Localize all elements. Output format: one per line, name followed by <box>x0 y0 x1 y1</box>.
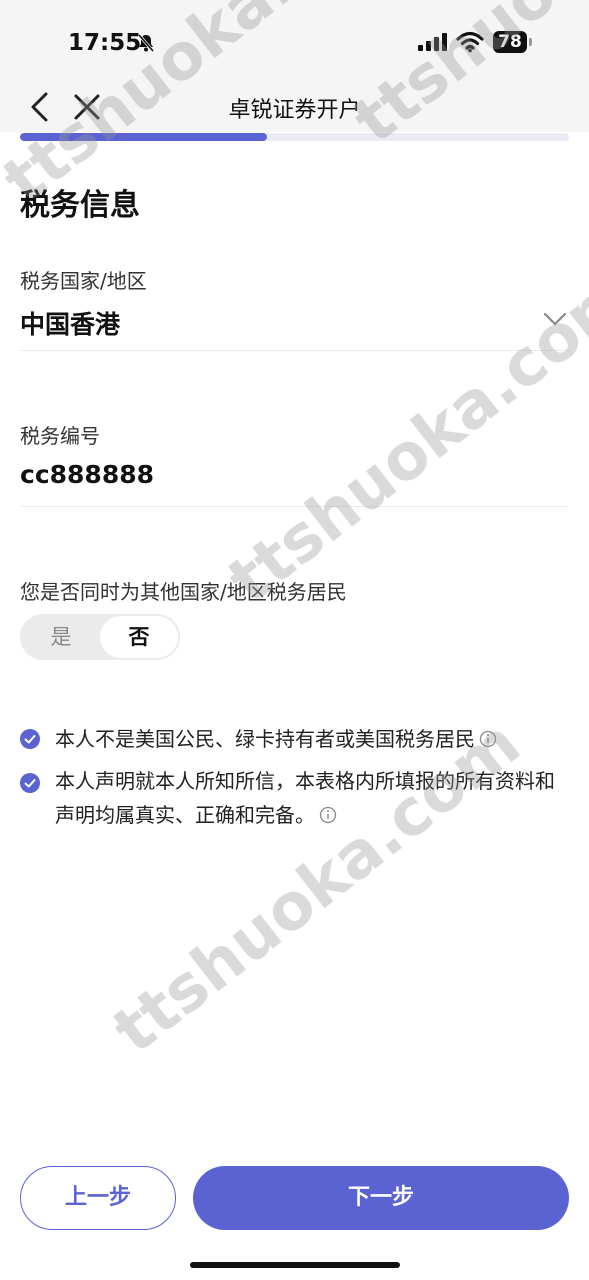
prev-step-button[interactable]: 上一步 <box>20 1166 176 1230</box>
other-resident-question: 您是否同时为其他国家/地区税务居民 <box>20 580 347 604</box>
status-time: 17:55 <box>68 30 142 56</box>
option-no[interactable]: 否 <box>100 616 178 658</box>
check-circle-icon[interactable] <box>20 729 40 749</box>
bell-muted-icon <box>137 34 155 52</box>
home-indicator <box>190 1262 400 1268</box>
divider <box>20 350 569 351</box>
nav-bar: 卓锐证券开户 <box>0 88 589 132</box>
battery-nub <box>529 38 532 46</box>
signal-icon <box>418 33 447 51</box>
resident-toggle[interactable]: 是 否 <box>20 614 180 660</box>
divider <box>20 506 569 507</box>
declaration-text: 本人不是美国公民、绿卡持有者或美国税务居民 <box>55 722 570 756</box>
progress-bar <box>20 133 569 141</box>
tax-number-label: 税务编号 <box>20 424 100 448</box>
status-bar: 17:55 78 <box>0 0 589 88</box>
tax-number-input[interactable]: cc888888 <box>20 460 154 489</box>
check-circle-icon[interactable] <box>20 773 40 793</box>
declaration-text-content: 本人不是美国公民、绿卡持有者或美国税务居民 <box>55 727 475 751</box>
declaration-text-content: 本人声明就本人所知所信，本表格内所填报的所有资料和声明均属真实、正确和完备。 <box>55 769 555 827</box>
chevron-down-icon[interactable] <box>542 311 568 327</box>
declaration-text: 本人声明就本人所知所信，本表格内所填报的所有资料和声明均属真实、正确和完备。 <box>55 764 570 832</box>
info-icon[interactable] <box>479 730 497 748</box>
tax-country-label: 税务国家/地区 <box>20 269 147 293</box>
info-icon[interactable] <box>319 806 337 824</box>
progress-fill <box>20 133 268 141</box>
option-yes[interactable]: 是 <box>20 614 102 660</box>
next-step-button[interactable]: 下一步 <box>193 1166 569 1230</box>
watermark: ttshuoka.com <box>100 706 535 1069</box>
watermark: ttshuoka.com <box>215 256 589 619</box>
tax-country-select[interactable]: 中国香港 <box>20 305 120 341</box>
page-title: 卓锐证券开户 <box>228 98 361 123</box>
section-title: 税务信息 <box>20 188 140 223</box>
battery-level: 78 <box>493 31 527 53</box>
wifi-icon <box>456 31 484 53</box>
